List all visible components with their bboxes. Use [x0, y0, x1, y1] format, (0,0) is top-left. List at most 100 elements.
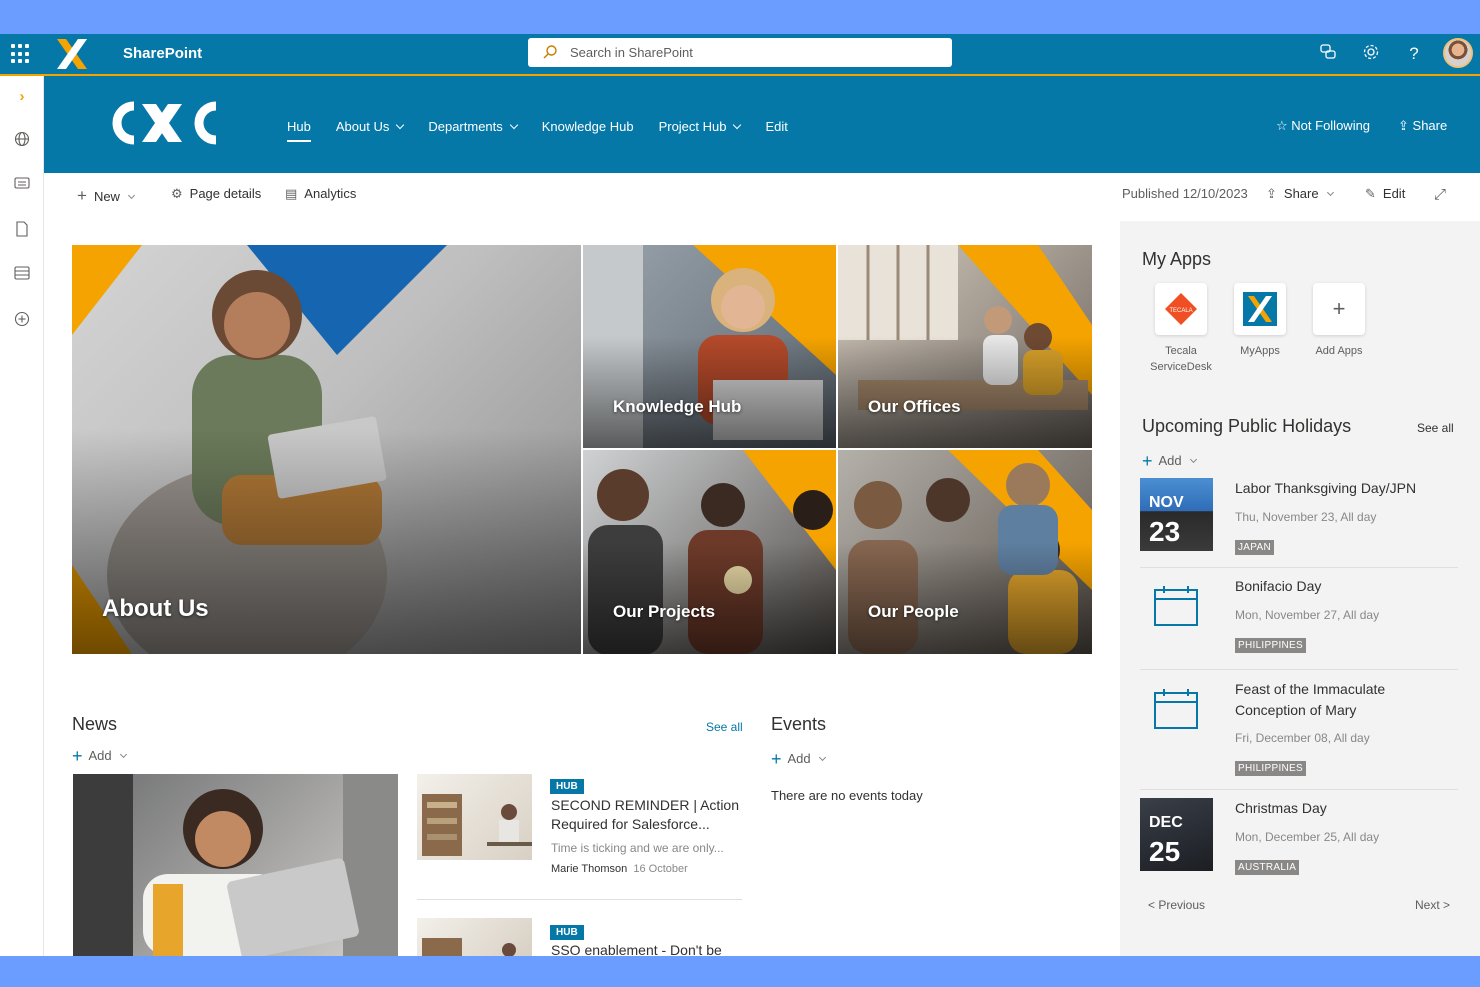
- news-item-title[interactable]: SECOND REMINDER | Action Required for Sa…: [551, 796, 751, 834]
- suite-title[interactable]: SharePoint: [123, 45, 202, 62]
- expand-icon[interactable]: ⤢: [1434, 186, 1446, 203]
- chat-icon[interactable]: [1317, 43, 1339, 65]
- holiday-title: Labor Thanksgiving Day/JPN: [1235, 480, 1417, 496]
- holidays-see-all-link[interactable]: See all: [1417, 421, 1454, 435]
- page-share-button[interactable]: ⇪ Share: [1266, 186, 1334, 202]
- follow-label: Not Following: [1291, 118, 1371, 133]
- edit-page-button[interactable]: ✎ Edit: [1365, 186, 1405, 202]
- hero-tile-our-projects[interactable]: Our Projects: [583, 450, 836, 654]
- add-label: Add: [88, 748, 112, 763]
- holiday-date: Mon, December 25, All day: [1235, 830, 1380, 844]
- search-input[interactable]: [570, 42, 940, 63]
- nav-item-label: Hub: [287, 119, 311, 134]
- holiday-date: Fri, December 08, All day: [1235, 731, 1370, 745]
- nav-item-hub[interactable]: Hub: [287, 119, 311, 142]
- globe-icon[interactable]: [12, 131, 32, 151]
- left-app-bar: ›: [0, 76, 44, 956]
- news-date: 16 October: [633, 863, 688, 875]
- holiday-item[interactable]: Feast of the Immaculate Conception of Ma…: [1140, 679, 1460, 789]
- new-label: New: [93, 189, 120, 204]
- holiday-item[interactable]: DEC 25 Christmas Day Mon, December 25, A…: [1140, 798, 1460, 888]
- news-item-thumbnail[interactable]: [417, 774, 532, 860]
- tile-shade: [583, 336, 836, 448]
- page-details-button[interactable]: ⚙ Page details: [171, 186, 261, 202]
- news-add-button[interactable]: + Add: [72, 744, 127, 766]
- list-icon[interactable]: [12, 266, 32, 286]
- chevron-down-icon: [509, 120, 519, 130]
- hero-web-part: About Us Knowledge Hub Our Offices Our P…: [72, 245, 1092, 654]
- page-content: + New ⚙ Page details ▤ Analytics Published …: [44, 173, 1480, 956]
- site-share-button[interactable]: ⇪ Share: [1398, 118, 1447, 134]
- tecala-logo-text: TECALA: [1169, 308, 1192, 314]
- org-logo-icon[interactable]: [54, 37, 90, 76]
- site-header: Hub About Us Departments Knowledge Hub P…: [44, 76, 1480, 173]
- news-item-title[interactable]: SSO enablement - Don't be: [551, 941, 751, 956]
- settings-gear-icon[interactable]: [1360, 43, 1382, 65]
- holiday-item[interactable]: Bonifacio Day Mon, November 27, All day …: [1140, 576, 1460, 666]
- chevron-down-icon: [1326, 188, 1334, 197]
- news-featured-photo: [73, 774, 398, 956]
- document-icon[interactable]: [12, 221, 32, 241]
- hero-tile-label: Our Offices: [868, 397, 961, 416]
- news-see-all-link[interactable]: See all: [706, 720, 743, 734]
- news-item-thumbnail[interactable]: [417, 918, 532, 956]
- expand-chevron-icon[interactable]: ›: [12, 87, 32, 107]
- nav-item-about-us[interactable]: About Us: [336, 119, 405, 142]
- nav-item-project-hub[interactable]: Project Hub: [658, 119, 742, 142]
- events-add-button[interactable]: + Add: [771, 747, 826, 769]
- app-launcher-icon[interactable]: [11, 44, 31, 64]
- news-author[interactable]: Marie Thomson: [551, 863, 627, 875]
- nav-item-label: Departments: [428, 119, 503, 134]
- hero-tile-our-offices[interactable]: Our Offices: [838, 245, 1092, 448]
- analytics-button[interactable]: ▤ Analytics: [285, 186, 356, 202]
- next-page-button[interactable]: Next >: [1415, 898, 1450, 912]
- create-plus-icon[interactable]: [12, 311, 32, 331]
- my-apps-title: My Apps: [1142, 249, 1212, 269]
- help-icon[interactable]: ?: [1403, 43, 1425, 65]
- pencil-icon: ✎: [1365, 186, 1376, 201]
- tile-shade: [583, 541, 836, 654]
- hero-tile-our-people[interactable]: Our People: [838, 450, 1092, 654]
- chevron-down-icon: [127, 191, 135, 200]
- site-logo[interactable]: [104, 98, 224, 156]
- nav-item-label: Knowledge Hub: [541, 119, 634, 134]
- holiday-item[interactable]: NOV 23 Labor Thanksgiving Day/JPN Thu, N…: [1140, 478, 1460, 568]
- holiday-title: Christmas Day: [1235, 800, 1327, 816]
- news-icon[interactable]: [12, 176, 32, 196]
- nav-item-knowledge-hub[interactable]: Knowledge Hub: [542, 119, 634, 142]
- nav-item-edit[interactable]: Edit: [765, 119, 787, 142]
- holiday-tag: AUSTRALIA: [1235, 860, 1300, 875]
- search-box[interactable]: [528, 38, 952, 67]
- hero-tile-knowledge-hub[interactable]: Knowledge Hub: [583, 245, 836, 448]
- holidays-add-button[interactable]: + Add: [1142, 449, 1197, 471]
- app-label: Tecala ServiceDesk: [1136, 343, 1226, 375]
- hero-tile-about-us[interactable]: About Us: [72, 245, 581, 654]
- follow-button[interactable]: ☆ Not Following: [1276, 118, 1370, 134]
- user-avatar[interactable]: [1443, 38, 1473, 68]
- date-card-day: 25: [1149, 836, 1181, 867]
- holiday-tag: PHILIPPINES: [1235, 638, 1306, 653]
- nav-item-label: Project Hub: [658, 119, 727, 134]
- chevron-down-icon: [733, 120, 742, 130]
- news-item-badge: HUB: [550, 776, 584, 794]
- share-icon: ⇪: [1266, 186, 1277, 201]
- holidays-title: Upcoming Public Holidays: [1142, 416, 1352, 436]
- app-tile-tecala-servicedesk[interactable]: TECALA: [1155, 283, 1207, 335]
- previous-page-button[interactable]: < Previous: [1148, 898, 1205, 912]
- news-featured-image[interactable]: [73, 774, 398, 956]
- events-title: Events: [771, 714, 827, 734]
- date-card-month: NOV: [1149, 494, 1184, 511]
- nav-item-label: Edit: [765, 119, 788, 134]
- nav-item-departments[interactable]: Departments: [428, 119, 519, 142]
- edit-label: Edit: [1382, 186, 1406, 201]
- add-apps-button[interactable]: +: [1313, 283, 1365, 335]
- news-thumbnail-photo: [422, 938, 516, 956]
- share-label: Share: [1412, 118, 1448, 133]
- app-label-line2: ServiceDesk: [1150, 361, 1212, 373]
- new-button[interactable]: + New: [77, 186, 135, 206]
- hero-tile-label: Our People: [868, 602, 959, 621]
- suite-bar: SharePoint ?: [0, 34, 1480, 76]
- chevron-down-icon: [396, 120, 405, 130]
- published-status: Published 12/10/2023: [1122, 186, 1248, 201]
- app-tile-myapps[interactable]: [1234, 283, 1286, 335]
